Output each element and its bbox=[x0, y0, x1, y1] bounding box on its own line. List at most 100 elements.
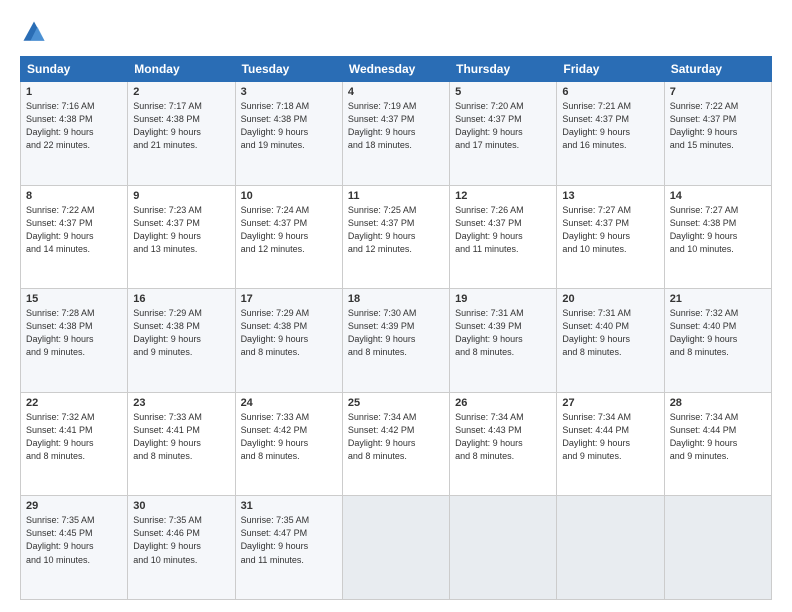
cell-content: Sunrise: 7:17 AMSunset: 4:38 PMDaylight:… bbox=[133, 100, 229, 152]
cell-content: Sunrise: 7:34 AMSunset: 4:44 PMDaylight:… bbox=[562, 411, 658, 463]
day-number: 8 bbox=[26, 190, 122, 202]
calendar-cell: 19 Sunrise: 7:31 AMSunset: 4:39 PMDayligh… bbox=[450, 289, 557, 393]
day-number: 15 bbox=[26, 293, 122, 305]
day-header-saturday: Saturday bbox=[664, 57, 771, 82]
calendar-cell: 26Sunrise: 7:34 AMSunset: 4:43 PMDayligh… bbox=[450, 392, 557, 496]
day-number: 19 bbox=[455, 293, 551, 305]
calendar-cell: 4 Sunrise: 7:19 AMSunset: 4:37 PMDaylight… bbox=[342, 82, 449, 186]
cell-content: Sunrise: 7:34 AMSunset: 4:42 PMDaylight:… bbox=[348, 411, 444, 463]
day-number: 21 bbox=[670, 293, 766, 305]
header bbox=[20, 18, 772, 46]
day-number: 4 bbox=[348, 86, 444, 98]
day-number: 17 bbox=[241, 293, 337, 305]
cell-content: Sunrise: 7:31 AMSunset: 4:40 PMDaylight:… bbox=[562, 307, 658, 359]
day-number: 10 bbox=[241, 190, 337, 202]
calendar-header: SundayMondayTuesdayWednesdayThursdayFrid… bbox=[21, 57, 772, 82]
cell-content: Sunrise: 7:30 AMSunset: 4:39 PMDaylight:… bbox=[348, 307, 444, 359]
calendar-cell: 25 Sunrise: 7:34 AMSunset: 4:42 PMDayligh… bbox=[342, 392, 449, 496]
week-row-3: 15 Sunrise: 7:28 AMSunset: 4:38 PMDayligh… bbox=[21, 289, 772, 393]
calendar-cell: 16 Sunrise: 7:29 AMSunset: 4:38 PMDayligh… bbox=[128, 289, 235, 393]
day-number: 11 bbox=[348, 190, 444, 202]
day-number: 22 bbox=[26, 397, 122, 409]
calendar-cell: 13Sunrise: 7:27 AMSunset: 4:37 PMDayligh… bbox=[557, 185, 664, 289]
page: SundayMondayTuesdayWednesdayThursdayFrid… bbox=[0, 0, 792, 612]
day-number: 30 bbox=[133, 500, 229, 512]
cell-content: Sunrise: 7:32 AMSunset: 4:41 PMDaylight:… bbox=[26, 411, 122, 463]
day-number: 5 bbox=[455, 86, 551, 98]
calendar-cell: 14Sunrise: 7:27 AMSunset: 4:38 PMDayligh… bbox=[664, 185, 771, 289]
day-number: 20 bbox=[562, 293, 658, 305]
day-header-friday: Friday bbox=[557, 57, 664, 82]
logo bbox=[20, 18, 52, 46]
day-header-monday: Monday bbox=[128, 57, 235, 82]
calendar-body: 1Sunrise: 7:16 AMSunset: 4:38 PMDaylight… bbox=[21, 82, 772, 600]
cell-content: Sunrise: 7:33 AMSunset: 4:42 PMDaylight:… bbox=[241, 411, 337, 463]
day-number: 13 bbox=[562, 190, 658, 202]
cell-content: Sunrise: 7:24 AMSunset: 4:37 PMDaylight:… bbox=[241, 204, 337, 256]
day-number: 23 bbox=[133, 397, 229, 409]
calendar-cell: 15 Sunrise: 7:28 AMSunset: 4:38 PMDayligh… bbox=[21, 289, 128, 393]
calendar-cell: 1Sunrise: 7:16 AMSunset: 4:38 PMDaylight… bbox=[21, 82, 128, 186]
cell-content: Sunrise: 7:29 AMSunset: 4:38 PMDaylight:… bbox=[133, 307, 229, 359]
cell-content: Sunrise: 7:33 AMSunset: 4:41 PMDaylight:… bbox=[133, 411, 229, 463]
calendar-cell: 20 Sunrise: 7:31 AMSunset: 4:40 PMDayligh… bbox=[557, 289, 664, 393]
cell-content: Sunrise: 7:35 AMSunset: 4:45 PMDaylight:… bbox=[26, 514, 122, 566]
cell-content: Sunrise: 7:35 AMSunset: 4:47 PMDaylight:… bbox=[241, 514, 337, 566]
cell-content: Sunrise: 7:27 AMSunset: 4:38 PMDaylight:… bbox=[670, 204, 766, 256]
cell-content: Sunrise: 7:22 AMSunset: 4:37 PMDaylight:… bbox=[670, 100, 766, 152]
calendar-cell: 6Sunrise: 7:21 AMSunset: 4:37 PMDaylight… bbox=[557, 82, 664, 186]
calendar-cell: 9Sunrise: 7:23 AMSunset: 4:37 PMDaylight… bbox=[128, 185, 235, 289]
day-number: 28 bbox=[670, 397, 766, 409]
calendar-cell bbox=[342, 496, 449, 600]
cell-content: Sunrise: 7:34 AMSunset: 4:43 PMDaylight:… bbox=[455, 411, 551, 463]
day-header-sunday: Sunday bbox=[21, 57, 128, 82]
day-number: 31 bbox=[241, 500, 337, 512]
calendar-cell: 21Sunrise: 7:32 AMSunset: 4:40 PMDayligh… bbox=[664, 289, 771, 393]
calendar-cell: 28 Sunrise: 7:34 AMSunset: 4:44 PMDayligh… bbox=[664, 392, 771, 496]
day-number: 25 bbox=[348, 397, 444, 409]
calendar-cell bbox=[557, 496, 664, 600]
calendar-cell: 12 Sunrise: 7:26 AMSunset: 4:37 PMDayligh… bbox=[450, 185, 557, 289]
cell-content: Sunrise: 7:25 AMSunset: 4:37 PMDaylight:… bbox=[348, 204, 444, 256]
cell-content: Sunrise: 7:34 AMSunset: 4:44 PMDaylight:… bbox=[670, 411, 766, 463]
cell-content: Sunrise: 7:31 AMSunset: 4:39 PMDaylight:… bbox=[455, 307, 551, 359]
day-number: 3 bbox=[241, 86, 337, 98]
calendar-cell bbox=[450, 496, 557, 600]
day-number: 24 bbox=[241, 397, 337, 409]
calendar-cell: 27 Sunrise: 7:34 AMSunset: 4:44 PMDayligh… bbox=[557, 392, 664, 496]
day-number: 7 bbox=[670, 86, 766, 98]
day-number: 2 bbox=[133, 86, 229, 98]
calendar-cell: 5 Sunrise: 7:20 AMSunset: 4:37 PMDaylight… bbox=[450, 82, 557, 186]
day-number: 16 bbox=[133, 293, 229, 305]
cell-content: Sunrise: 7:20 AMSunset: 4:37 PMDaylight:… bbox=[455, 100, 551, 152]
calendar-cell: 22 Sunrise: 7:32 AMSunset: 4:41 PMDayligh… bbox=[21, 392, 128, 496]
day-header-wednesday: Wednesday bbox=[342, 57, 449, 82]
calendar-cell: 23 Sunrise: 7:33 AMSunset: 4:41 PMDayligh… bbox=[128, 392, 235, 496]
calendar-cell: 8 Sunrise: 7:22 AMSunset: 4:37 PMDaylight… bbox=[21, 185, 128, 289]
day-number: 6 bbox=[562, 86, 658, 98]
calendar-cell: 29Sunrise: 7:35 AMSunset: 4:45 PMDayligh… bbox=[21, 496, 128, 600]
logo-icon bbox=[20, 18, 48, 46]
calendar-cell: 17Sunrise: 7:29 AMSunset: 4:38 PMDayligh… bbox=[235, 289, 342, 393]
week-row-5: 29Sunrise: 7:35 AMSunset: 4:45 PMDayligh… bbox=[21, 496, 772, 600]
cell-content: Sunrise: 7:18 AMSunset: 4:38 PMDaylight:… bbox=[241, 100, 337, 152]
calendar-cell: 2 Sunrise: 7:17 AMSunset: 4:38 PMDaylight… bbox=[128, 82, 235, 186]
day-number: 1 bbox=[26, 86, 122, 98]
cell-content: Sunrise: 7:22 AMSunset: 4:37 PMDaylight:… bbox=[26, 204, 122, 256]
day-number: 12 bbox=[455, 190, 551, 202]
week-row-1: 1Sunrise: 7:16 AMSunset: 4:38 PMDaylight… bbox=[21, 82, 772, 186]
header-row: SundayMondayTuesdayWednesdayThursdayFrid… bbox=[21, 57, 772, 82]
week-row-2: 8 Sunrise: 7:22 AMSunset: 4:37 PMDaylight… bbox=[21, 185, 772, 289]
day-header-tuesday: Tuesday bbox=[235, 57, 342, 82]
cell-content: Sunrise: 7:35 AMSunset: 4:46 PMDaylight:… bbox=[133, 514, 229, 566]
calendar-cell: 18Sunrise: 7:30 AMSunset: 4:39 PMDayligh… bbox=[342, 289, 449, 393]
calendar-cell: 30 Sunrise: 7:35 AMSunset: 4:46 PMDayligh… bbox=[128, 496, 235, 600]
cell-content: Sunrise: 7:23 AMSunset: 4:37 PMDaylight:… bbox=[133, 204, 229, 256]
cell-content: Sunrise: 7:28 AMSunset: 4:38 PMDaylight:… bbox=[26, 307, 122, 359]
day-header-thursday: Thursday bbox=[450, 57, 557, 82]
cell-content: Sunrise: 7:26 AMSunset: 4:37 PMDaylight:… bbox=[455, 204, 551, 256]
cell-content: Sunrise: 7:19 AMSunset: 4:37 PMDaylight:… bbox=[348, 100, 444, 152]
day-number: 27 bbox=[562, 397, 658, 409]
calendar-cell: 24 Sunrise: 7:33 AMSunset: 4:42 PMDayligh… bbox=[235, 392, 342, 496]
week-row-4: 22 Sunrise: 7:32 AMSunset: 4:41 PMDayligh… bbox=[21, 392, 772, 496]
